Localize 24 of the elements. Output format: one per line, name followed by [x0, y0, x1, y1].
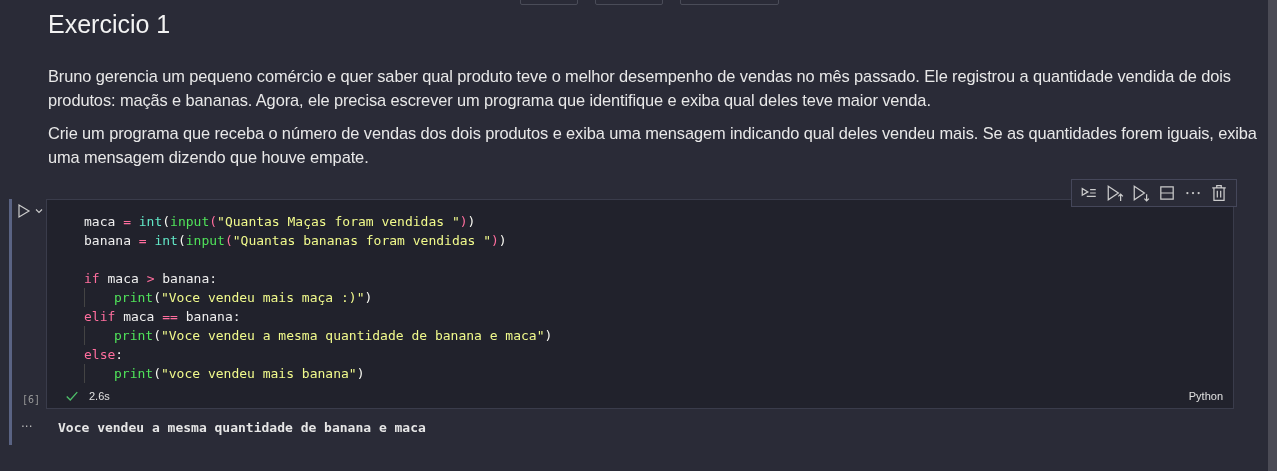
- execution-count: [6]: [21, 394, 42, 405]
- run-above-icon[interactable]: [1106, 184, 1124, 202]
- output-text: Voce vendeu a mesma quantidade de banana e maca: [58, 419, 426, 435]
- delete-icon[interactable]: [1210, 184, 1228, 202]
- scrollbar[interactable]: [1268, 0, 1277, 471]
- code-line: elif maca == banana:: [84, 308, 241, 326]
- code-editor[interactable]: [46, 199, 1234, 409]
- language-label[interactable]: Python: [1188, 390, 1223, 402]
- run-icon[interactable]: [16, 203, 32, 219]
- split-cell-icon[interactable]: [1158, 184, 1176, 202]
- heading: Exercicio 1: [48, 9, 172, 40]
- code-line: banana = int(input("Quantas bananas foram vendidas ")): [84, 232, 507, 250]
- paragraph: Bruno gerencia um pequeno comércio e quer saber qual produto teve o melhor desempenho de vendas no mês passado. Ele registrou a quantidade vendida de dois produtos: maçãs e bananas. Agora, ele precisa escrever um programa que identifique e exiba qual deles teve maior venda.: [48, 66, 1232, 111]
- code-line: print("voce vendeu mais banana"): [114, 365, 365, 383]
- paragraph: Crie um programa que receba o número de vendas dos dois produtos e exiba uma mensagem indicando qual deles vendeu mais. Se as quantidades forem iguais, exiba uma mensagem dizendo que houve empate.: [48, 123, 1258, 168]
- code-line: maca = int(input("Quantas Maças foram vendidas ")): [84, 213, 476, 231]
- code-line: print("Voce vendeu mais maça :)"): [114, 289, 373, 307]
- execution-time: 2.6s: [89, 390, 110, 402]
- code-line: else:: [84, 346, 124, 364]
- chevron-down-icon[interactable]: [34, 206, 44, 216]
- code-line: print("Voce vendeu a mesma quantidade de banana e maca"): [114, 327, 553, 345]
- output-menu[interactable]: ···: [12, 420, 46, 434]
- run-below-icon[interactable]: [1132, 184, 1150, 202]
- code-line: if maca > banana:: [84, 270, 218, 288]
